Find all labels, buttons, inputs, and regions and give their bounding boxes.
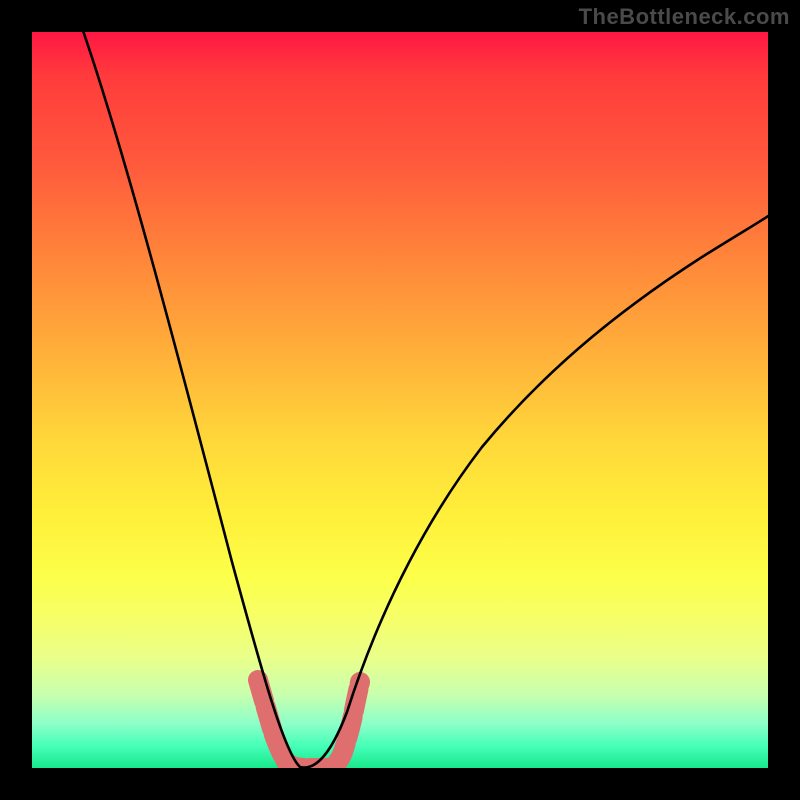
chart-overlay (32, 32, 768, 768)
chart-frame: TheBottleneck.com (0, 0, 800, 800)
trough-marker (258, 680, 360, 768)
bottleneck-curve (80, 32, 768, 768)
watermark-text: TheBottleneck.com (579, 4, 790, 30)
plot-area (32, 32, 768, 768)
